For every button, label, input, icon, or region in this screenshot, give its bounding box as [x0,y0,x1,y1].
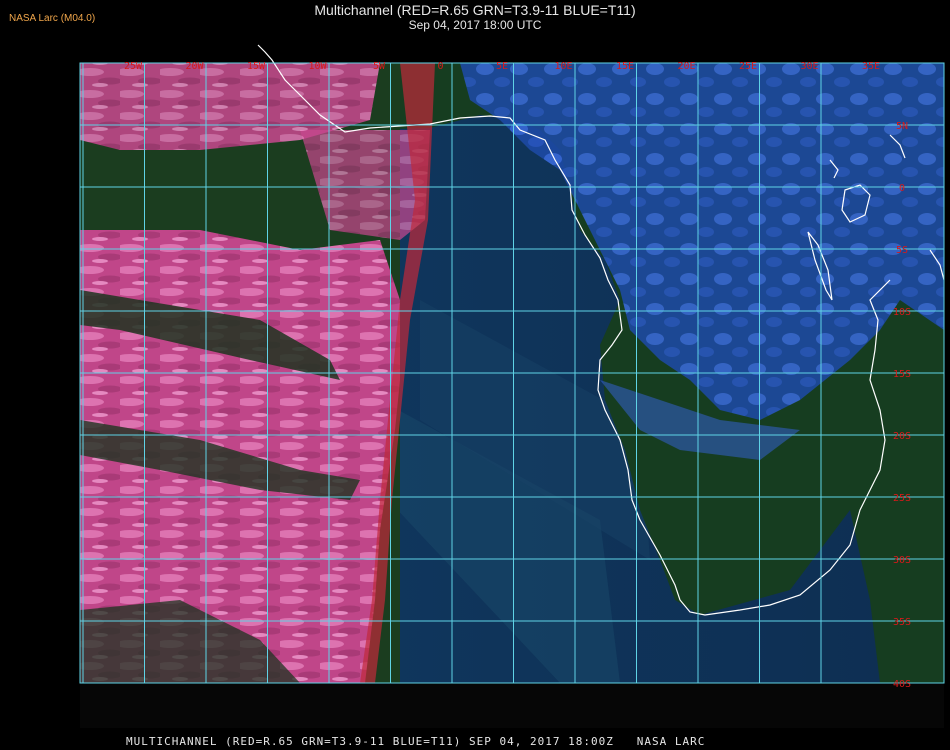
latitude-label: 20S [893,431,911,442]
longitude-label: 0 [437,61,443,72]
footer-caption: MULTICHANNEL (RED=R.65 GRN=T3.9-11 BLUE=… [126,735,706,748]
longitude-label: 10W [308,61,327,72]
satellite-map: 25W 20W 15W 10W 5W 0 5E 10E 15E 20E 25E 30E 35E 5N 0 5… [79,44,945,728]
latitude-label: 40S [893,679,911,690]
longitude-label: 5W [373,61,386,72]
longitude-label: 5E [496,61,508,72]
longitude-label: 20W [185,61,204,72]
latitude-label: 30S [893,555,911,566]
longitude-label: 10E [554,61,572,72]
map-bottom-band [80,683,944,728]
latitude-label: 25S [893,493,911,504]
longitude-label: 15W [247,61,266,72]
latitude-label: 5S [896,245,908,256]
longitude-label: 25E [739,61,757,72]
longitude-label: 30E [800,61,818,72]
latitude-label: 10S [893,307,911,318]
longitude-label: 20E [677,61,695,72]
latitude-label: 35S [893,617,911,628]
latitude-label: 0 [899,183,905,194]
latitude-label: 5N [896,121,908,132]
longitude-label: 25W [124,61,143,72]
longitude-label: 35E [862,61,880,72]
longitude-label: 15E [616,61,634,72]
latitude-label: 15S [893,369,911,380]
